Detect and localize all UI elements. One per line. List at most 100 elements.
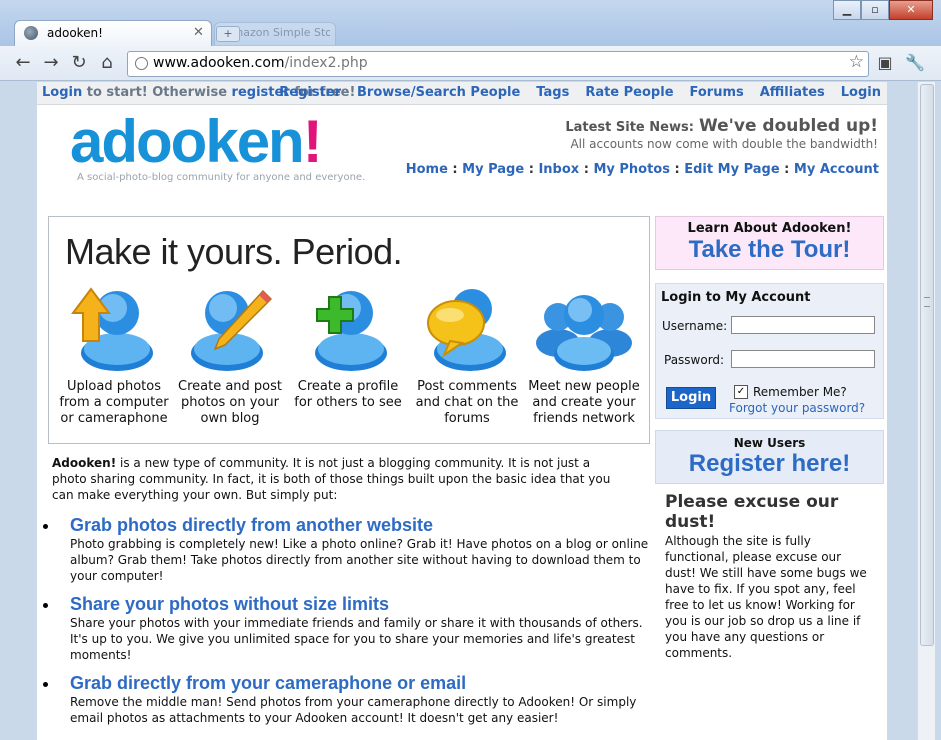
list-item: Grab directly from your cameraphone or e… (43, 672, 650, 726)
browser-titlebar: adooken! ✕ Amazon Simple Storage Se + ▁ … (0, 0, 941, 47)
news-headline: We've doubled up! (699, 116, 878, 136)
notice-title: Please excuse our dust! (665, 492, 839, 532)
caption-line: own blog (200, 411, 260, 426)
feature-upload: Upload photos from a computer or camerapho… (56, 281, 172, 427)
login-box: Login to My Account Username: Password: … (655, 283, 884, 419)
nav-register[interactable]: Register (279, 85, 341, 100)
url-text: www.adooken.com/index2.php (153, 55, 368, 71)
list-item: Share your photos without size limits Sh… (43, 593, 650, 663)
user-nav-home[interactable]: Home (406, 162, 448, 177)
forgot-password-link[interactable]: Forgot your password? (729, 401, 865, 415)
news-label: Latest Site News: (565, 120, 694, 135)
new-tab-button[interactable]: + (216, 26, 240, 42)
password-input[interactable] (731, 350, 875, 368)
user-nav-my-page[interactable]: My Page (462, 162, 524, 177)
logo-exclamation: ! (302, 108, 323, 175)
new-users-label: New Users (733, 436, 806, 450)
nav-rate-people[interactable]: Rate People (585, 85, 673, 100)
top-bar: Login to start! Otherwise register for f… (37, 82, 887, 105)
nav-forums[interactable]: Forums (690, 85, 744, 100)
bullet-dot (43, 524, 48, 529)
take-the-tour-link[interactable]: Take the Tour! (656, 236, 883, 264)
nav-affiliates[interactable]: Affiliates (760, 85, 825, 100)
list-item-text: Photo grabbing is completely new! Like a… (70, 537, 649, 583)
tab-active[interactable]: adooken! ✕ (14, 20, 212, 47)
caption-line: friends network (533, 411, 635, 426)
register-here-link[interactable]: Register here! (656, 450, 883, 478)
feature-caption: Post comments and chat on the forums (409, 379, 525, 427)
nav-login[interactable]: Login (841, 85, 881, 100)
nav-browse-search[interactable]: Browse/Search People (357, 85, 520, 100)
upload-user-icon (71, 287, 153, 371)
address-bar[interactable]: www.adooken.com/index2.php ☆ (127, 51, 869, 77)
feature-caption: Upload photos from a computer or camerapho… (56, 379, 172, 427)
feature-caption: Create and post photos on your own blog (172, 379, 288, 427)
site-logo[interactable]: adooken! (70, 112, 323, 172)
bullet-dot (43, 603, 48, 608)
caption-line: Create and post (178, 379, 282, 394)
caption-line: Create a profile (297, 379, 399, 394)
url-host: www.adooken.com (153, 55, 285, 71)
remember-me-checkbox[interactable]: ✓ (734, 385, 748, 399)
globe-icon (135, 57, 148, 70)
list-item: Grab photos directly from another websit… (43, 514, 650, 584)
top-nav: Register Browse/Search People Tags Rate … (279, 85, 881, 100)
inactive-tab-title: Amazon Simple Storage Se (225, 26, 330, 39)
user-nav-my-account[interactable]: My Account (794, 162, 879, 177)
forward-icon[interactable]: → (40, 52, 62, 74)
feature-meet-people: Meet new people and create your friends ne… (526, 281, 642, 427)
news-subtext: All accounts now come with double the ba… (570, 137, 878, 151)
password-label: Password: (664, 353, 725, 367)
caption-line: Meet new people (528, 379, 640, 394)
home-icon[interactable]: ⌂ (96, 52, 118, 74)
scrollbar-thumb[interactable] (920, 84, 934, 646)
intro-text: Adooken! is a new type of community. It … (52, 455, 627, 503)
caption-line: for others to see (294, 395, 402, 410)
login-button[interactable]: Login (666, 387, 716, 409)
caption-line: photos on your (181, 395, 279, 410)
notice-box: Please excuse our dust! Although the sit… (665, 492, 875, 661)
intro-brand: Adooken! (52, 456, 117, 470)
user-nav: Home : My Page : Inbox : My Photos : Edi… (405, 162, 879, 177)
hero-box: Make it yours. Period. Upload photos from… (48, 216, 650, 444)
list-item-title: Share your photos without size limits (70, 594, 390, 614)
notice-text: Although the site is fully functional, p… (665, 534, 867, 660)
logo-text: adooken (70, 108, 305, 175)
username-label: Username: (662, 319, 728, 333)
bookmark-star-icon[interactable]: ☆ (849, 52, 864, 72)
list-item-title: Grab directly from your cameraphone or e… (70, 673, 467, 693)
add-user-icon (315, 291, 387, 371)
minimize-icon[interactable]: ▁ (833, 0, 861, 20)
page-menu-icon[interactable]: ▣ (874, 52, 896, 74)
back-icon[interactable]: ← (12, 52, 34, 74)
feature-caption: Create a profile for others to see (290, 379, 406, 411)
caption-line: Upload photos (67, 379, 161, 394)
nav-tags[interactable]: Tags (536, 85, 569, 100)
close-window-icon[interactable]: ✕ (889, 0, 933, 20)
top-login-link[interactable]: Login (42, 85, 82, 100)
maximize-icon[interactable]: ▫ (861, 0, 889, 20)
user-nav-inbox[interactable]: Inbox (538, 162, 579, 177)
chat-user-icon (427, 289, 506, 371)
register-box[interactable]: New Users Register here! (655, 430, 884, 484)
username-input[interactable] (731, 316, 875, 334)
caption-line: from a computer (59, 395, 169, 410)
tab-close-icon[interactable]: ✕ (193, 25, 204, 40)
user-nav-my-photos[interactable]: My Photos (593, 162, 670, 177)
reload-icon[interactable]: ↻ (68, 52, 90, 74)
window-controls: ▁ ▫ ✕ (833, 0, 933, 20)
caption-line: and create your (532, 395, 636, 410)
feature-create-profile: Create a profile for others to see (290, 281, 406, 411)
caption-line: or cameraphone (60, 411, 168, 426)
site-news: Latest Site News: We've doubled up! All … (565, 116, 878, 151)
wrench-icon[interactable]: 🔧 (904, 52, 926, 74)
favicon-icon (24, 26, 38, 40)
tour-box[interactable]: Learn About Adooken! Take the Tour! (655, 216, 884, 270)
feature-post-comments: Post comments and chat on the forums (409, 281, 525, 427)
caption-line: forums (444, 411, 490, 426)
site-tagline: A social-photo-blog community for anyone… (77, 172, 366, 183)
user-nav-edit-my-page[interactable]: Edit My Page (684, 162, 779, 177)
vertical-scrollbar[interactable] (917, 82, 935, 740)
web-page: Login to start! Otherwise register for f… (37, 82, 887, 740)
group-users-icon (536, 295, 632, 371)
